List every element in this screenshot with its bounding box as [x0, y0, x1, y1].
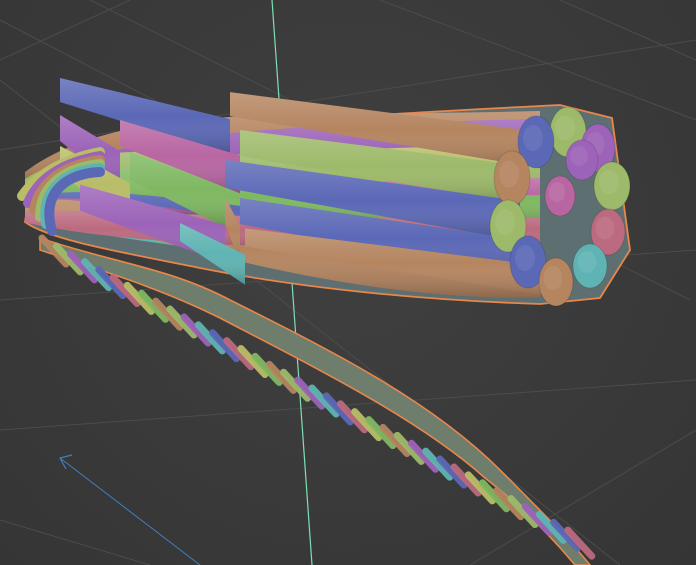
- strand-end-cap-highlight: [548, 182, 566, 202]
- strand-end-cap-highlight: [495, 209, 515, 235]
- x-axis-line: [59, 457, 201, 565]
- strand-end-cap-highlight: [599, 170, 619, 194]
- strand-end-cap-highlight: [515, 245, 535, 271]
- strand-end-cap-highlight: [555, 115, 575, 141]
- grid-line: [0, 519, 151, 565]
- 3d-viewport[interactable]: [0, 0, 696, 565]
- strand-end-cap-highlight: [577, 251, 597, 273]
- strand-end-cap-highlight: [595, 216, 615, 240]
- twisted-rope-object[interactable]: [17, 78, 631, 565]
- strand-end-cap-highlight: [499, 160, 519, 188]
- grid-line: [379, 0, 696, 121]
- viewport-canvas[interactable]: [0, 0, 696, 565]
- strand-end-cap-highlight: [570, 146, 588, 166]
- strand-end-cap-highlight: [543, 266, 563, 290]
- strand-end-cap-highlight: [523, 125, 543, 151]
